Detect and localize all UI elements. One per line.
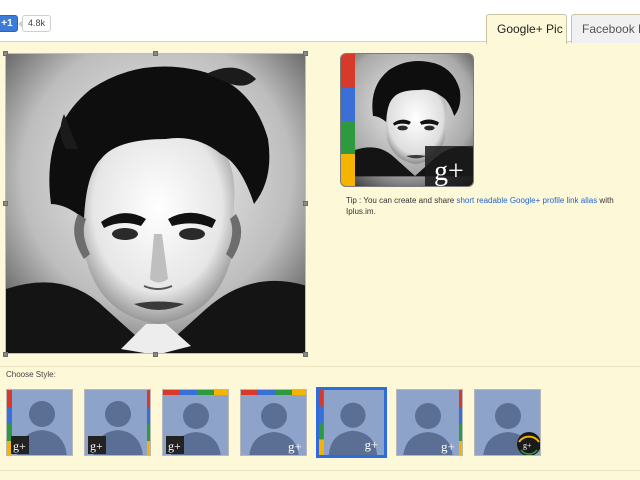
crop-handle-top-middle[interactable] [153, 51, 158, 56]
profile-photo [6, 54, 305, 353]
tab-google-plus-pic[interactable]: Google+ Pic [486, 14, 567, 44]
profile-link-alias-link[interactable]: short readable Google+ profile link alia… [456, 196, 597, 205]
plusone-count-badge: 4.8k [17, 15, 52, 32]
google-plus-badge-icon: g+ [90, 439, 103, 453]
style-option-7[interactable]: g+ [474, 389, 541, 456]
crop-handle-top-left[interactable] [3, 51, 8, 56]
crop-handle-top-right[interactable] [303, 51, 308, 56]
google-plusone-button[interactable]: +1 [0, 15, 18, 32]
google-plus-badge-icon: g+ [523, 441, 532, 450]
style-option-5[interactable]: g+ [316, 387, 387, 458]
crop-handle-middle-left[interactable] [3, 201, 8, 206]
style-option-1[interactable]: g+ [6, 389, 73, 456]
style-option-2[interactable]: g+ [84, 389, 151, 456]
google-plus-badge-icon: g+ [441, 439, 455, 454]
google-plus-badge-icon: g+ [365, 438, 378, 452]
tip-text: Tip : You can create and share short rea… [346, 195, 636, 217]
profile-preview: g+ [340, 53, 474, 187]
style-option-3[interactable]: g+ [162, 389, 229, 456]
tab-facebook-pic[interactable]: Facebook P [571, 14, 640, 43]
tip-prefix: Tip : You can create and share [346, 196, 457, 205]
style-option-4[interactable]: g+ [240, 389, 307, 456]
crop-area[interactable] [5, 53, 306, 354]
divider [0, 366, 640, 367]
style-option-6[interactable]: g+ [396, 389, 463, 456]
crop-handle-bottom-right[interactable] [303, 352, 308, 357]
bottom-divider [0, 470, 640, 471]
crop-handle-middle-right[interactable] [303, 201, 308, 206]
google-plus-badge-icon: g+ [13, 439, 26, 453]
crop-handle-bottom-left[interactable] [3, 352, 8, 357]
google-plus-badge-icon: g+ [168, 439, 181, 453]
choose-style-label: Choose Style: [6, 370, 56, 379]
google-plus-badge-icon: g+ [288, 439, 302, 454]
google-plus-badge-icon: g+ [434, 156, 464, 187]
crop-handle-bottom-middle[interactable] [153, 352, 158, 357]
